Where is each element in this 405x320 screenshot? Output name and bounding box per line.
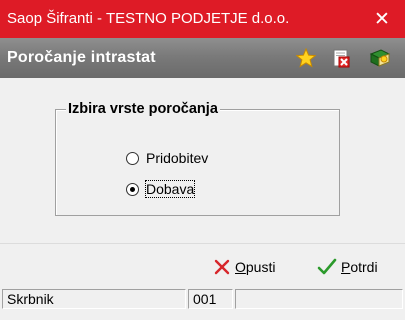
radio-button-dobava[interactable] — [126, 182, 139, 196]
status-code: 001 — [188, 289, 233, 309]
form-header: Poročanje intrastat — [0, 38, 405, 78]
group-legend: Izbira vrste poročanja — [66, 101, 220, 117]
title-bar: Saop Šifranti - TESTNO PODJETJE d.o.o. ✕ — [0, 0, 405, 38]
cancel-label: Opusti — [235, 259, 276, 275]
radio-label-pridobitev: Pridobitev — [146, 150, 209, 166]
report-type-group: Izbira vrste poročanja Pridobitev Dobava — [55, 101, 340, 216]
content-area: Izbira vrste poročanja Pridobitev Dobava — [0, 78, 405, 243]
status-extra — [235, 289, 403, 309]
confirm-label: Potrdi — [341, 259, 378, 275]
status-user: Skrbnik — [2, 289, 186, 309]
window-title: Saop Šifranti - TESTNO PODJETJE d.o.o. — [7, 10, 290, 27]
cancel-button[interactable]: Opusti — [213, 258, 275, 276]
confirm-button[interactable]: Potrdi — [317, 258, 378, 276]
radio-option-pridobitev[interactable]: Pridobitev — [126, 150, 208, 166]
page-title: Poročanje intrastat — [7, 49, 156, 66]
radio-button-pridobitev[interactable] — [126, 151, 139, 165]
button-bar: Opusti Potrdi — [0, 243, 405, 285]
cancel-x-icon — [213, 258, 231, 276]
star-icon[interactable] — [295, 47, 317, 68]
status-bar: Skrbnik 001 — [0, 287, 405, 320]
book-help-icon[interactable] — [369, 48, 391, 68]
radio-label-dobava: Dobava — [144, 180, 196, 198]
document-delete-icon[interactable] — [331, 48, 351, 68]
radio-option-dobava[interactable]: Dobava — [126, 180, 196, 198]
close-button[interactable]: ✕ — [359, 0, 405, 38]
checkmark-icon — [317, 258, 337, 276]
